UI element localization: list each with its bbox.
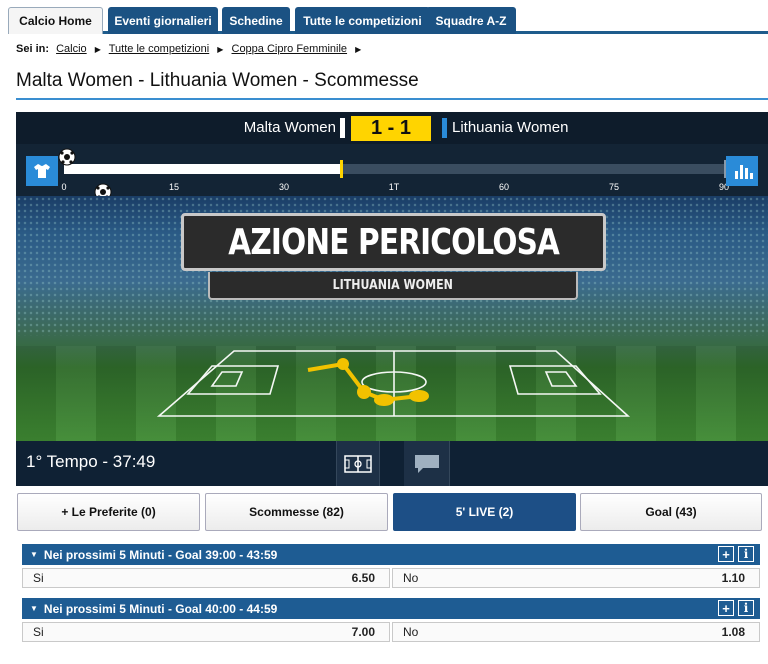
- timeline-tick: 75: [608, 182, 620, 192]
- event-title: AZIONE PERICOLOSA: [228, 221, 560, 263]
- odds-label: No: [403, 571, 419, 585]
- pitch-diagram: [156, 350, 631, 417]
- odds-label: Si: [33, 625, 44, 639]
- timeline-tick: 15: [168, 182, 180, 192]
- match-score: 1 - 1: [351, 116, 431, 141]
- tab-schedine[interactable]: Schedine: [222, 7, 290, 34]
- odds-button-no[interactable]: No 1.10: [392, 568, 760, 588]
- odds-value: 1.10: [721, 571, 745, 585]
- tab-calcio-home[interactable]: Calcio Home: [8, 7, 103, 34]
- away-team-color: [442, 118, 447, 138]
- market-info-icon[interactable]: i: [738, 600, 754, 616]
- collapse-caret-icon: ▼: [30, 550, 38, 559]
- odds-label: No: [403, 625, 419, 639]
- event-team: LITHUANIA WOMEN: [332, 277, 454, 293]
- odds-button-si[interactable]: Si 7.00: [22, 622, 390, 642]
- odds-value: 6.50: [351, 571, 375, 585]
- tab-squadre-az[interactable]: Squadre A-Z: [426, 7, 516, 34]
- event-team-banner: LITHUANIA WOMEN: [208, 272, 578, 300]
- timeline-progress: [64, 164, 341, 174]
- pitch-view-icon[interactable]: [336, 441, 380, 486]
- market-header[interactable]: ▼ Nei prossimi 5 Minuti - Goal 40:00 - 4…: [22, 598, 760, 619]
- timeline-track: [64, 160, 726, 178]
- odds-button-si[interactable]: Si 6.50: [22, 568, 390, 588]
- breadcrumb-link-coppa[interactable]: Coppa Cipro Femminile: [232, 43, 348, 55]
- match-status-bar: 1° Tempo - 37:49: [16, 441, 768, 486]
- market-title: Nei prossimi 5 Minuti - Goal 39:00 - 43:…: [43, 547, 278, 562]
- breadcrumb: Sei in: Calcio ▶ Tutte le competizioni ▶…: [16, 43, 366, 55]
- add-market-plus-icon[interactable]: +: [718, 546, 734, 562]
- home-goal-ball-icon: [58, 148, 76, 166]
- goal-filter-button[interactable]: Goal (43): [580, 493, 762, 531]
- timeline-tick: 30: [278, 182, 290, 192]
- breadcrumb-link-calcio[interactable]: Calcio: [56, 43, 87, 55]
- odds-label: Si: [33, 571, 44, 585]
- breadcrumb-prefix: Sei in:: [16, 43, 50, 55]
- collapse-caret-icon: ▼: [30, 604, 38, 613]
- timeline-tick: 0: [61, 182, 67, 192]
- breadcrumb-arrow-icon: ▶: [94, 45, 101, 54]
- match-clock: 1° Tempo - 37:49: [26, 452, 156, 471]
- timeline-tick: 1T: [388, 182, 400, 192]
- breadcrumb-arrow-icon: ▶: [355, 45, 362, 54]
- tab-tutte-le-competizioni[interactable]: Tutte le competizioni: [295, 7, 430, 34]
- event-banner: AZIONE PERICOLOSA: [181, 213, 606, 271]
- lineup-shirt-icon[interactable]: [26, 156, 58, 186]
- commentary-chat-icon[interactable]: [404, 441, 450, 486]
- match-timeline: 0 15 30 1T 60 75 90: [16, 144, 768, 201]
- favorites-filter-button[interactable]: + Le Preferite (0): [17, 493, 200, 531]
- live-match-widget: Malta Women 1 - 1 Lithuania Women 0 15 3…: [16, 112, 768, 486]
- scoreboard: Malta Women 1 - 1 Lithuania Women: [16, 112, 768, 144]
- breadcrumb-arrow-icon: ▶: [217, 45, 224, 54]
- market-header[interactable]: ▼ Nei prossimi 5 Minuti - Goal 39:00 - 4…: [22, 544, 760, 565]
- add-market-plus-icon[interactable]: +: [718, 600, 734, 616]
- market-title: Nei prossimi 5 Minuti - Goal 40:00 - 44:…: [43, 601, 278, 616]
- stats-chart-icon[interactable]: [726, 156, 758, 186]
- home-team-name: Malta Women: [243, 119, 336, 136]
- page-title: Malta Women - Lithuania Women - Scommess…: [16, 70, 419, 91]
- breadcrumb-link-competizioni[interactable]: Tutte le competizioni: [109, 43, 209, 55]
- away-team-name: Lithuania Women: [452, 119, 569, 136]
- timeline-current-marker: [340, 160, 343, 178]
- timeline-tick: 60: [498, 182, 510, 192]
- market-info-icon[interactable]: i: [738, 546, 754, 562]
- title-divider: [16, 98, 768, 100]
- odds-value: 1.08: [721, 625, 745, 639]
- odds-value: 7.00: [351, 625, 375, 639]
- scommesse-filter-button[interactable]: Scommesse (82): [205, 493, 388, 531]
- top-nav: Calcio Home Eventi giornalieri Schedine …: [8, 7, 768, 34]
- odds-button-no[interactable]: No 1.08: [392, 622, 760, 642]
- five-min-live-filter-button[interactable]: 5' LIVE (2): [393, 493, 576, 531]
- live-pitch-animation: AZIONE PERICOLOSA LITHUANIA WOMEN: [16, 196, 768, 441]
- tab-eventi-giornalieri[interactable]: Eventi giornalieri: [108, 7, 218, 34]
- home-team-color: [340, 118, 345, 138]
